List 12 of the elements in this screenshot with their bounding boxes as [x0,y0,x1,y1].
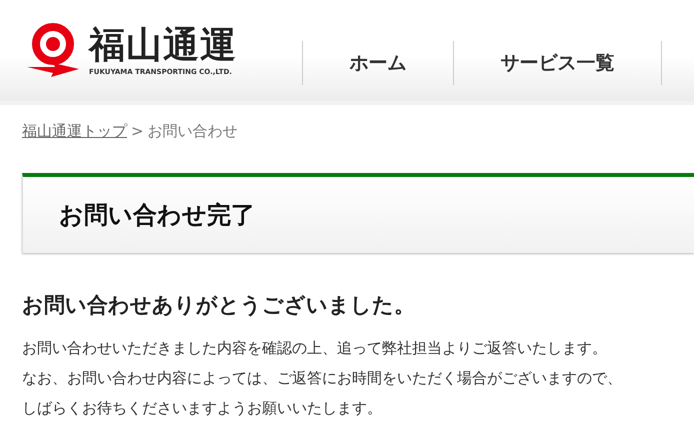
page-title: お問い合わせ完了 [59,200,255,231]
logo-icon [25,22,81,80]
breadcrumb-link[interactable]: 福山通運トップ [22,122,127,140]
breadcrumb-current: お問い合わせ [148,122,238,140]
brand-name: 福山通運 [89,26,237,66]
nav-link[interactable]: ホーム [303,40,454,84]
message-heading: お問い合わせありがとうございました。 [22,292,416,319]
message-text: お問い合わせいただきました内容を確認の上、追って弊社担当よりご返答いたします。 [22,338,608,359]
nav-link[interactable]: サービス一覧 [454,40,662,84]
breadcrumb-separator: > [131,122,144,140]
message-text: なお、お問い合わせ内容によっては、ご返答にお時間をいただく場合がございますので、 [22,368,623,389]
message-text: しばらくお待ちくださいますようお願いいたします。 [22,398,383,419]
